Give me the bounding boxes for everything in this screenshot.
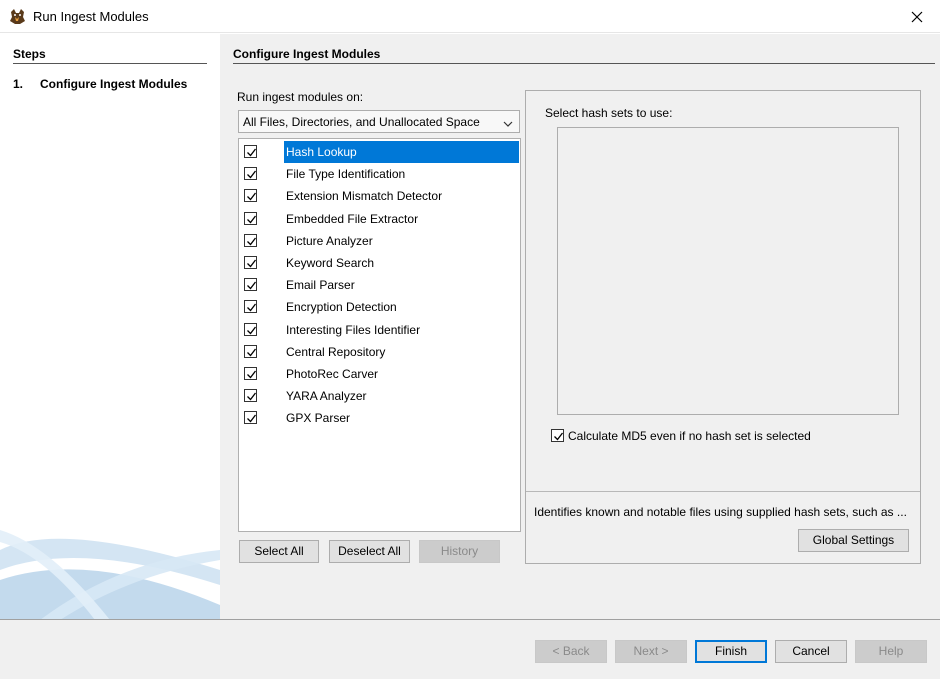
run-on-selected-value: All Files, Directories, and Unallocated … <box>243 115 480 129</box>
run-on-dropdown[interactable]: All Files, Directories, and Unallocated … <box>238 110 520 133</box>
module-name[interactable]: Picture Analyzer <box>284 230 519 252</box>
history-button[interactable]: History <box>419 540 500 563</box>
module-row[interactable]: Central Repository <box>239 341 520 363</box>
module-row[interactable]: YARA Analyzer <box>239 385 520 407</box>
calculate-md5-checkbox[interactable] <box>551 429 564 442</box>
module-name[interactable]: PhotoRec Carver <box>284 363 519 385</box>
module-name[interactable]: Interesting Files Identifier <box>284 319 519 341</box>
module-checkbox[interactable] <box>244 255 257 269</box>
module-list[interactable]: Hash Lookup File Type Identification Exten… <box>238 138 521 532</box>
module-row[interactable]: File Type Identification <box>239 163 520 185</box>
module-checkbox[interactable] <box>244 211 257 225</box>
module-checkbox[interactable] <box>244 233 257 247</box>
module-name[interactable]: Keyword Search <box>284 252 519 274</box>
finish-button[interactable]: Finish <box>695 640 767 663</box>
module-row[interactable]: GPX Parser <box>239 407 520 429</box>
module-name[interactable]: Hash Lookup <box>284 141 519 163</box>
content-pane: Configure Ingest Modules Run ingest modu… <box>220 34 940 620</box>
title-bar: Run Ingest Modules <box>0 0 940 33</box>
calculate-md5-label: Calculate MD5 even if no hash set is sel… <box>568 429 811 443</box>
module-row[interactable]: Interesting Files Identifier <box>239 319 520 341</box>
module-name[interactable]: Central Repository <box>284 341 519 363</box>
module-name[interactable]: Embedded File Extractor <box>284 208 519 230</box>
module-checkbox[interactable] <box>244 366 257 380</box>
chevron-down-icon <box>503 116 513 130</box>
deselect-all-button[interactable]: Deselect All <box>329 540 410 563</box>
module-row[interactable]: Embedded File Extractor <box>239 208 520 230</box>
next-button[interactable]: Next > <box>615 640 687 663</box>
module-checkbox[interactable] <box>244 167 257 181</box>
module-description: Identifies known and notable files using… <box>534 505 907 519</box>
module-row[interactable]: Keyword Search <box>239 252 520 274</box>
cancel-button[interactable]: Cancel <box>775 640 847 663</box>
steps-divider <box>13 63 207 64</box>
module-checkbox[interactable] <box>244 189 257 203</box>
module-checkbox[interactable] <box>244 145 257 158</box>
back-button[interactable]: < Back <box>535 640 607 663</box>
module-name[interactable]: YARA Analyzer <box>284 385 519 407</box>
module-name[interactable]: File Type Identification <box>284 163 519 185</box>
page-title: Configure Ingest Modules <box>233 47 381 61</box>
step-label: Configure Ingest Modules <box>40 77 188 91</box>
module-name[interactable]: Extension Mismatch Detector <box>284 185 519 207</box>
steps-pane: Steps 1. Configure Ingest Modules <box>0 34 220 620</box>
run-on-label: Run ingest modules on: <box>237 90 364 104</box>
autopsy-dog-icon <box>9 8 26 25</box>
header-divider <box>233 63 935 64</box>
global-settings-button[interactable]: Global Settings <box>798 529 909 552</box>
module-row[interactable]: Picture Analyzer <box>239 230 520 252</box>
help-button[interactable]: Help <box>855 640 927 663</box>
select-all-button[interactable]: Select All <box>239 540 319 563</box>
wizard-footer: < Back Next > Finish Cancel Help <box>0 620 940 679</box>
step-number: 1. <box>13 77 24 91</box>
module-row[interactable]: Email Parser <box>239 274 520 296</box>
module-name[interactable]: Encryption Detection <box>284 296 519 318</box>
module-name[interactable]: Email Parser <box>284 274 519 296</box>
module-row[interactable]: Extension Mismatch Detector <box>239 185 520 207</box>
step-item-configure: 1. Configure Ingest Modules <box>13 77 187 91</box>
module-checkbox[interactable] <box>244 300 257 314</box>
module-settings-panel: Select hash sets to use: Calculate MD5 e… <box>525 90 921 564</box>
hash-sets-list[interactable] <box>557 127 899 415</box>
hash-sets-label: Select hash sets to use: <box>545 106 673 120</box>
window-title: Run Ingest Modules <box>33 9 149 24</box>
description-divider <box>526 491 920 492</box>
module-checkbox[interactable] <box>244 389 257 403</box>
module-checkbox[interactable] <box>244 278 257 292</box>
module-row[interactable]: Hash Lookup <box>239 141 520 163</box>
module-checkbox[interactable] <box>244 344 257 358</box>
module-checkbox[interactable] <box>244 411 257 425</box>
steps-header: Steps <box>13 47 46 61</box>
decorative-swoosh-art <box>0 530 220 620</box>
module-row[interactable]: PhotoRec Carver <box>239 363 520 385</box>
module-row[interactable]: Encryption Detection <box>239 296 520 318</box>
close-icon[interactable] <box>894 0 940 33</box>
module-name[interactable]: GPX Parser <box>284 407 519 429</box>
module-checkbox[interactable] <box>244 322 257 336</box>
